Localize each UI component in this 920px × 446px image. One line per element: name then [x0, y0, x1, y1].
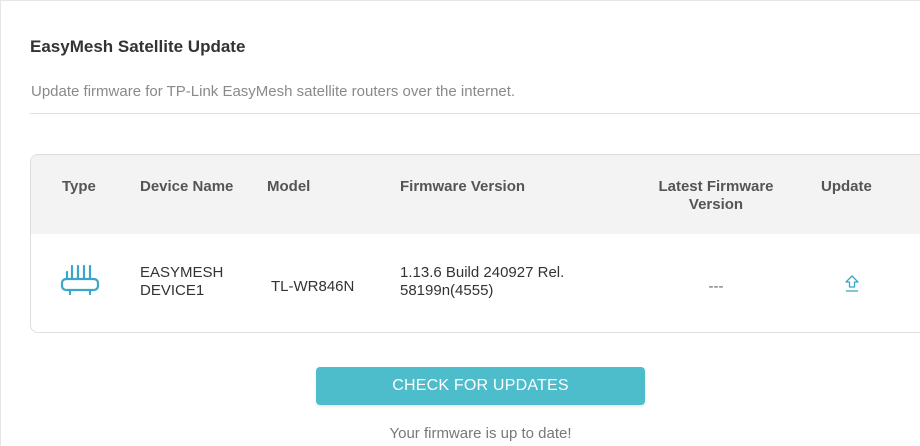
- column-header-latest-line1: Latest Firmware: [658, 178, 774, 195]
- section-divider: [30, 113, 920, 114]
- column-header-firmware-version: Firmware Version: [400, 178, 526, 195]
- upload-arrow-icon[interactable]: [842, 272, 862, 296]
- firmware-version: 1.13.6 Build 240927 Rel. 58199n(4555): [400, 264, 620, 300]
- column-header-device-name: Device Name: [140, 178, 234, 195]
- column-header-latest-firmware-version: Latest Firmware Version: [631, 178, 801, 214]
- column-header-model: Model: [267, 178, 311, 195]
- section-title: EasyMesh Satellite Update: [30, 37, 246, 56]
- column-header-type: Type: [62, 178, 96, 195]
- device-model: TL-WR846N: [271, 278, 355, 295]
- table-row: EASYMESH DEVICE1 TL-WR846N 1.13.6 Build …: [31, 234, 920, 332]
- latest-firmware-version: ---: [708, 278, 724, 295]
- firmware-version-line2: 58199n(4555): [400, 282, 494, 299]
- table-header: Type Device Name Model Firmware Version …: [31, 155, 920, 234]
- firmware-status-message: Your firmware is up to date!: [389, 425, 572, 442]
- device-name-line1: EASYMESH: [140, 264, 224, 281]
- column-header-update: Update: [821, 178, 872, 195]
- column-header-latest-line2: Version: [688, 196, 744, 213]
- device-name-line2: DEVICE1: [140, 282, 205, 299]
- check-for-updates-button[interactable]: CHECK FOR UPDATES: [316, 367, 645, 405]
- firmware-version-line1: 1.13.6 Build 240927 Rel.: [400, 264, 565, 281]
- device-name: EASYMESH DEVICE1: [140, 264, 260, 300]
- satellite-devices-table: Type Device Name Model Firmware Version …: [30, 154, 920, 333]
- router-icon: [60, 264, 100, 296]
- section-description: Update firmware for TP-Link EasyMesh sat…: [31, 83, 516, 100]
- firmware-update-page: EasyMesh Satellite Update Update firmwar…: [0, 0, 920, 446]
